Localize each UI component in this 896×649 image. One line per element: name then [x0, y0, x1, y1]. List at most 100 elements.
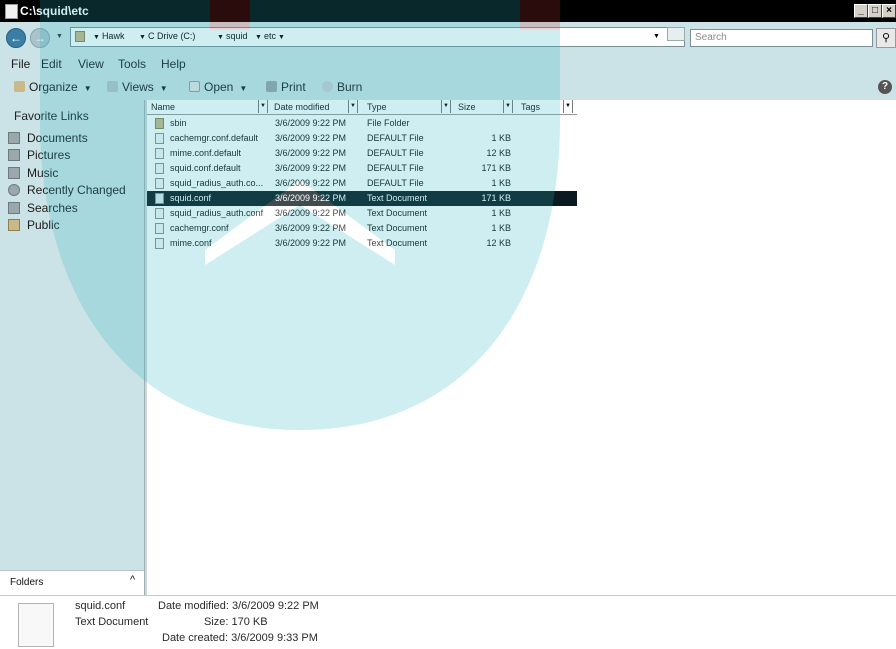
minimize-button[interactable]: _ [854, 4, 868, 18]
nav-item-documents[interactable]: Documents [8, 131, 88, 145]
file-date: 3/6/2009 9:22 PM [275, 223, 347, 233]
column-header-size[interactable]: Size [458, 102, 476, 112]
nav-item-music[interactable]: Music [8, 166, 58, 180]
file-icon [155, 193, 164, 204]
open-button[interactable]: Open ▼ [189, 80, 247, 94]
print-button[interactable]: Print [266, 80, 306, 94]
file-name: squid.conf [170, 193, 212, 203]
navigation-pane: Favorite Links Documents Pictures Music … [0, 100, 144, 570]
file-icon [155, 133, 164, 144]
nav-item-recently-changed[interactable]: Recently Changed [8, 183, 126, 197]
file-size: 171 KB [481, 163, 511, 173]
details-file-name: squid.conf [75, 600, 126, 612]
file-name: cachemgr.conf [170, 223, 229, 233]
searches-icon [8, 202, 20, 214]
search-input[interactable]: Search [690, 29, 873, 47]
nav-item-searches[interactable]: Searches [8, 201, 78, 215]
details-date-created: Date created: 3/6/2009 9:33 PM [162, 632, 318, 644]
file-name: cachemgr.conf.default [170, 133, 259, 143]
column-header-type[interactable]: Type [367, 102, 387, 112]
file-type: Text Document [367, 223, 428, 233]
type-column-filter-icon[interactable]: ▼ [441, 100, 451, 113]
address-bar[interactable]: ▼ Hawk ▼ C Drive (C:) ▼ squid ▼ etc ▼ ▼ [70, 27, 685, 47]
file-row[interactable]: mime.conf 3/6/2009 9:22 PM Text Document… [147, 236, 577, 251]
file-size: 12 KB [486, 148, 511, 158]
nav-item-public[interactable]: Public [8, 218, 60, 232]
forward-button[interactable]: → [30, 28, 50, 48]
close-button[interactable]: × [882, 4, 896, 18]
file-size: 1 KB [491, 223, 511, 233]
file-date: 3/6/2009 9:22 PM [275, 178, 347, 188]
recent-pages-dropdown-icon[interactable]: ▼ [56, 33, 63, 40]
date-column-filter-icon[interactable]: ▼ [348, 100, 358, 113]
size-column-filter-icon[interactable]: ▼ [503, 100, 513, 113]
column-header-tags[interactable]: Tags [521, 102, 540, 112]
help-icon[interactable]: ? [878, 80, 892, 94]
search-icon[interactable]: ⚲ [876, 28, 896, 48]
breadcrumb-etc[interactable]: ▼ etc ▼ [253, 31, 287, 41]
file-type: Text Document [367, 208, 428, 218]
file-row[interactable]: cachemgr.conf.default 3/6/2009 9:22 PM D… [147, 131, 577, 146]
nav-item-pictures[interactable]: Pictures [8, 148, 70, 162]
back-button[interactable]: ← [6, 28, 26, 48]
menu-file[interactable]: File [11, 57, 30, 71]
column-header-name[interactable]: Name [151, 102, 175, 112]
breadcrumb-c-drive[interactable]: ▼ C Drive (C:) [137, 31, 195, 41]
breadcrumb-hawk[interactable]: ▼ Hawk [91, 31, 124, 41]
folders-label: Folders [10, 577, 44, 588]
menu-bar: File Edit View Tools Help [0, 54, 896, 74]
pictures-icon [8, 149, 20, 161]
file-row[interactable]: sbin 3/6/2009 9:22 PM File Folder [147, 116, 577, 131]
file-size: 12 KB [486, 238, 511, 248]
file-row[interactable]: mime.conf.default 3/6/2009 9:22 PM DEFAU… [147, 146, 577, 161]
recently-changed-icon [8, 184, 20, 196]
file-icon [155, 163, 164, 174]
address-history-dropdown-icon[interactable]: ▼ [653, 33, 660, 40]
file-type: DEFAULT File [367, 148, 424, 158]
refresh-icon[interactable] [667, 27, 685, 41]
file-icon [155, 223, 164, 234]
views-button[interactable]: Views ▼ [107, 80, 168, 94]
menu-edit[interactable]: Edit [41, 57, 62, 71]
folder-icon [5, 4, 18, 19]
text-document-icon [18, 603, 54, 647]
views-icon [107, 81, 118, 92]
tags-column-filter-icon[interactable]: ▼ [563, 100, 573, 113]
file-row[interactable]: squid.conf.default 3/6/2009 9:22 PM DEFA… [147, 161, 577, 176]
file-row[interactable]: cachemgr.conf 3/6/2009 9:22 PM Text Docu… [147, 221, 577, 236]
folder-icon [155, 118, 164, 129]
file-icon [155, 208, 164, 219]
address-row: ← → ▼ ▼ Hawk ▼ C Drive (C:) ▼ squid ▼ etc ▼ ▼… [0, 24, 896, 52]
folders-toggle[interactable]: Folders ^ [0, 570, 144, 592]
name-column-filter-icon[interactable]: ▼ [258, 100, 268, 113]
file-name: mime.conf [170, 238, 212, 248]
file-row-selected[interactable]: squid.conf 3/6/2009 9:22 PM Text Documen… [147, 191, 577, 206]
music-icon [8, 167, 20, 179]
file-row[interactable]: squid_radius_auth.conf 3/6/2009 9:22 PM … [147, 206, 577, 221]
file-size: 1 KB [491, 178, 511, 188]
file-type: DEFAULT File [367, 163, 424, 173]
file-date: 3/6/2009 9:22 PM [275, 148, 347, 158]
file-date: 3/6/2009 9:22 PM [275, 238, 347, 248]
file-row[interactable]: squid_radius_auth.co... 3/6/2009 9:22 PM… [147, 176, 577, 191]
chevron-up-icon: ^ [130, 574, 136, 586]
burn-button[interactable]: Burn [322, 80, 362, 94]
menu-tools[interactable]: Tools [118, 57, 146, 71]
file-name: mime.conf.default [170, 148, 242, 158]
column-header-date-modified[interactable]: Date modified [274, 102, 330, 112]
file-type: DEFAULT File [367, 178, 424, 188]
file-size: 1 KB [491, 208, 511, 218]
maximize-button[interactable]: □ [868, 4, 882, 18]
breadcrumb-squid[interactable]: ▼ squid [215, 31, 247, 41]
organize-button[interactable]: Organize ▼ [14, 80, 92, 94]
menu-view[interactable]: View [78, 57, 104, 71]
file-type: Text Document [367, 238, 428, 248]
burn-disc-icon [322, 81, 333, 92]
file-date: 3/6/2009 9:22 PM [275, 133, 347, 143]
file-size: 1 KB [491, 133, 511, 143]
file-icon [155, 148, 164, 159]
file-size: 171 KB [481, 193, 511, 203]
menu-help[interactable]: Help [161, 57, 186, 71]
file-name: squid.conf.default [170, 163, 241, 173]
file-list: Name ▼ Date modified ▼ Type ▼ Size ▼ Tag… [147, 100, 896, 595]
